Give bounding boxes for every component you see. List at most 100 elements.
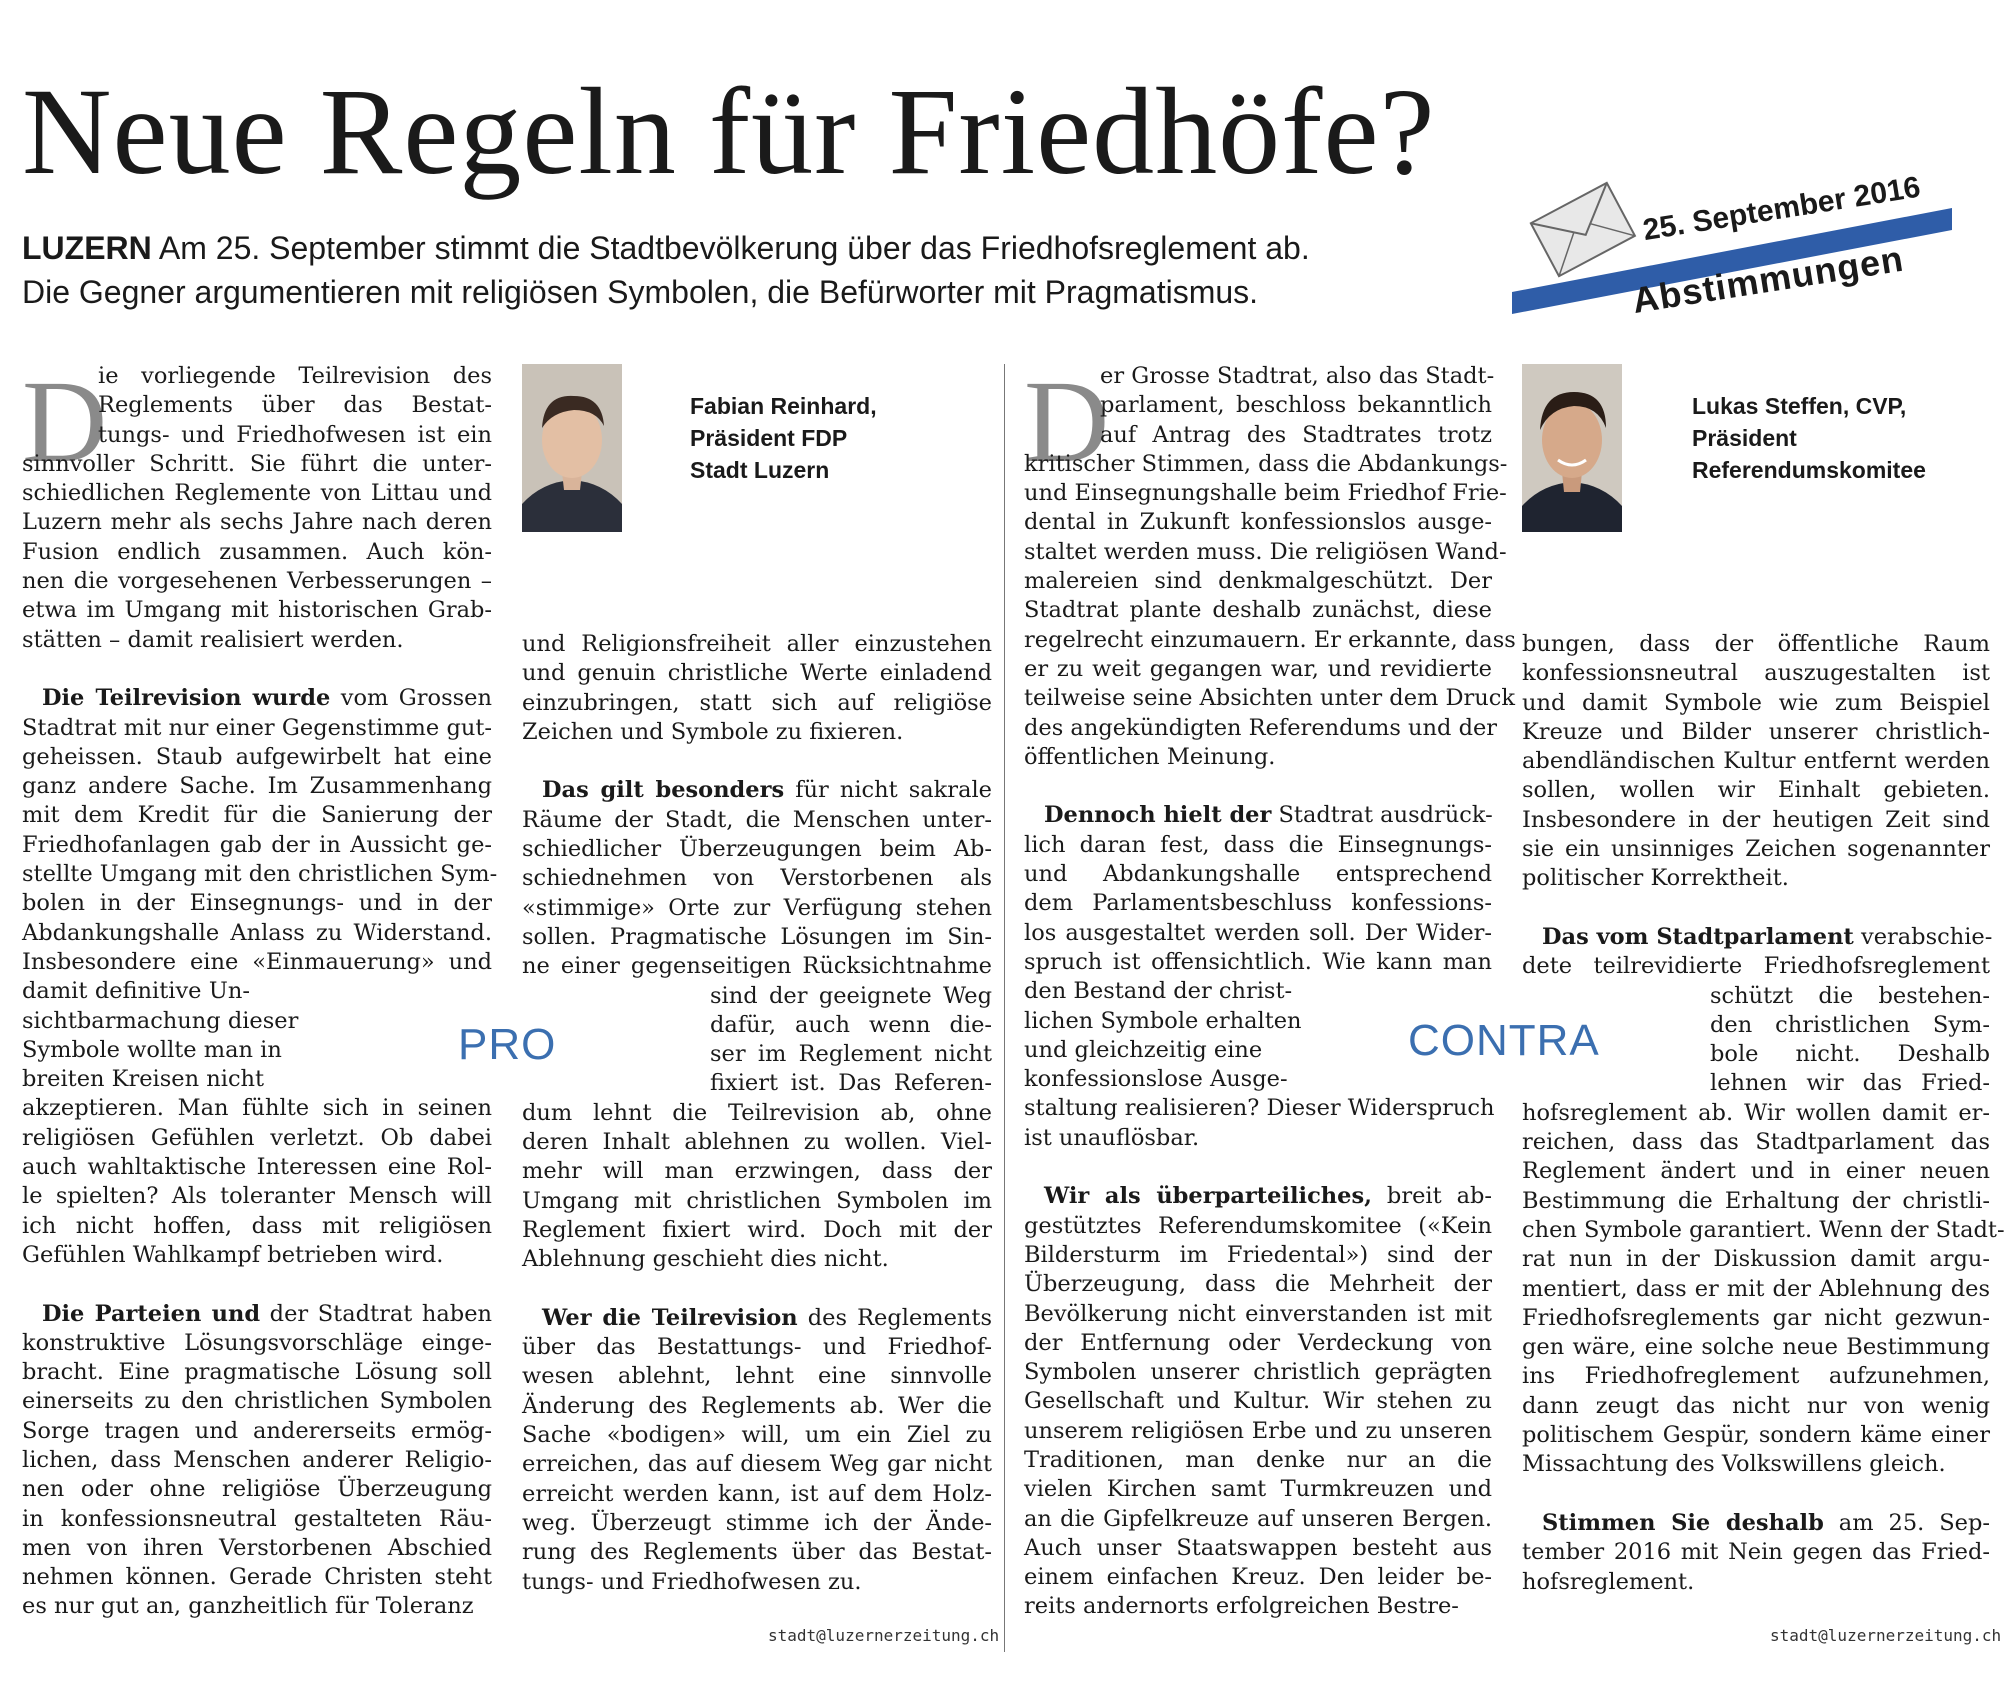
contra-column-2: bungen, dass der öffentliche Raum konfess… [1522,630,2005,1597]
text-line: rung des Reglements über das Bestat- [522,1539,992,1566]
text-line: akzeptieren. Man fühlte sich in seinen [22,1095,492,1122]
text-line: kritischer Stimmen, dass die Abdankungs- [1024,450,1508,477]
text-line: tember 2016 mit Nein gegen das Fried- [1522,1539,1990,1566]
text-line: politischem Gespür, sondern käme einer [1522,1422,1990,1449]
text-line: Reglement ändert und in einer neuen [1522,1158,1990,1185]
text-line: stellte Umgang mit den christlichen Sym- [22,861,498,888]
text-line: Überzeugung, dass die Mehrheit der [1024,1271,1492,1298]
text-line: malereien sind denkmalgeschützt. Der [1024,568,1492,595]
pro-email: stadt@luzernerzeitung.ch [768,1626,1000,1645]
text-line: und Einsegnungshalle beim Friedhof Frie- [1024,480,1507,507]
text-line: mehr will man erzwingen, dass der [522,1158,992,1185]
text-line: bungen, dass der öffentliche Raum [1522,631,1990,657]
text-line: an die Gipfelkreuze auf unseren Bergen. [1024,1505,1492,1532]
text-line: auch wahltaktische Interessen eine Rol- [22,1154,492,1181]
text-line: Das gilt besonders für nicht sakrale [542,777,992,804]
text-line: reichen, dass das Stadtparlament das [1522,1129,1990,1156]
text-line: erreicht werden kann, ist auf dem Holz- [522,1480,992,1507]
text-line: hofsreglement. [1522,1568,1695,1595]
envelope-icon [1529,181,1637,278]
text-line: rat nun in der Diskussion damit argu- [1522,1246,1990,1273]
text-line: ne einer gegenseitigen Rücksichtnahme [522,953,992,980]
text-line: Sache «bodigen» will, um ein Ziel zu [522,1422,992,1449]
text-line: parlament, beschloss bekanntlich [1100,392,1492,419]
text-line: bracht. Eine pragmatische Lösung soll [22,1359,492,1386]
text-line: tungs- und Friedhofwesen zu. [522,1568,862,1595]
text-line: auf Antrag des Stadtrates trotz [1100,421,1492,448]
text-line: lichen Symbole erhalten [1024,1007,1302,1034]
text-line: sind der geeignete Weg [710,982,992,1009]
lead-text-2: Die Gegner argumentieren mit religiösen … [22,274,1259,310]
text-line: nen oder ohne religiöse Überzeugung [22,1476,492,1503]
pro-author-role-1: Präsident FDP [690,425,848,451]
text-line: ich nicht hoffen, dass mit religiösen [22,1212,492,1239]
contra-author-role-2: Referendumskomitee [1692,457,1926,483]
text-line: ins Friedhofreglement aufzunehmen, [1522,1363,1990,1390]
text-line: dental in Zukunft konfessionslos ausge- [1024,509,1492,536]
text-line: konstruktive Lösungsvorschläge einge- [22,1329,492,1356]
text-line: gestütztes Referendumskomitee («Kein [1024,1212,1492,1239]
text-line: mentiert, dass er mit der Ablehnung des [1522,1275,1990,1302]
text-line: deren Inhalt ablehnen zu wollen. Viel- [522,1129,992,1156]
text-line: einzubringen, statt sich auf religiöse [522,689,992,716]
text-line: Dennoch hielt der Stadtrat ausdrück- [1044,802,1493,829]
text-line: politischer Korrektheit. [1522,865,1789,892]
text-line: Insbesondere eine «Einmauerung» und [22,948,492,975]
text-line: hofsreglement ab. Wir wollen damit er- [1522,1099,1990,1126]
text-line: le spielten? Als toleranter Mensch will [22,1183,492,1210]
text-line: staltung realisieren? Dieser Widerspruch [1024,1095,1495,1122]
lead-in-bold: Wir als überparteiliches, [1044,1183,1372,1210]
text-line: Bestimmung die Erhaltung der christli- [1522,1187,1990,1214]
text-line: staltet werden muss. Die religiösen Wand… [1024,538,1507,565]
text-line: reits andernorts erfolgreichen Bestre- [1024,1593,1459,1620]
lead-in-bold: Dennoch hielt der [1044,802,1272,829]
pro-author-name: Fabian Reinhard, [690,393,877,419]
text-line: nen die vorgesehenen Verbesserungen – [22,568,492,595]
text-line: sichtbarmachung dieser [22,1007,299,1034]
text-line: dem Parlamentsbeschluss konfessions- [1024,890,1492,917]
text-line: er zu weit gegangen war, und revidierte [1024,655,1492,682]
text-line: Die Teilrevision wurde vom Grossen [42,685,492,712]
text-line: Die Parteien und der Stadtrat haben [42,1300,492,1327]
text-line: teilweise seine Absichten unter dem Druc… [1024,685,1516,712]
pro-author-photo [522,364,622,532]
contra-author-role-1: Präsident [1692,425,1797,451]
column-divider [1004,364,1005,1652]
text-line: Änderung des Reglements ab. Wer die [522,1392,992,1419]
text-line: Räume der Stadt, die Menschen unter- [522,806,992,833]
text-line: schützt die bestehen- [1710,982,1990,1009]
text-line: der Entfernung oder Verdeckung von [1024,1329,1492,1356]
text-line: öffentlichen Meinung. [1024,743,1276,770]
text-line: sollen, wollen wir Einhalt gebieten. [1522,777,1990,804]
text-line: des angekündigten Referendums und der [1024,714,1498,741]
text-line: konfessionslose Ausge- [1024,1066,1288,1093]
lead-in-bold: Stimmen Sie deshalb [1542,1509,1824,1536]
text-line: dum lehnt die Teilrevision ab, ohne [522,1099,992,1126]
text-line: schiednehmen von Verstorbenen als [522,865,992,892]
text-line: einem einfachen Kreuz. Den leider be- [1024,1564,1492,1591]
headline: Neue Regeln für Friedhöfe? [22,63,1436,200]
text-line: religiösen Gefühlen verletzt. Ob dabei [22,1124,492,1151]
pro-column-1: ie vorliegende Teilrevision des Reglement… [22,362,498,1622]
text-line: wesen ablehnt, lehnt eine sinnvolle [522,1363,992,1390]
text-line: Ablehnung geschieht dies nicht. [522,1246,889,1273]
text-line: Abdankungshalle Anlass zu Widerstand. [22,919,492,946]
text-line: Gesellschaft und Kultur. Wir stehen zu [1024,1388,1492,1415]
text-line: Traditionen, man denke nur an die [1024,1446,1492,1473]
text-line: damit definitive Un- [22,978,250,1005]
text-line: mit dem Kredit für die Sanierung der [22,802,492,829]
lead-line-1: LUZERN Am 25. September stimmt die Stadt… [22,226,1492,270]
text-line: konfessionsneutral auszugestalten ist [1522,660,1990,687]
text-line: Symbole wollte man in [22,1036,282,1063]
text-line: schiedlichen Reglemente von Littau und [22,480,492,507]
text-line: Sorge tragen und andererseits ermög- [22,1417,492,1444]
text-line: vielen Kirchen samt Turmkreuzen und [1024,1476,1492,1503]
portrait-photo [1522,364,1622,532]
text-line: Kreuze und Bilder unserer christlich- [1522,718,1990,745]
text-line: Reglements über das Bestat- [98,392,492,419]
